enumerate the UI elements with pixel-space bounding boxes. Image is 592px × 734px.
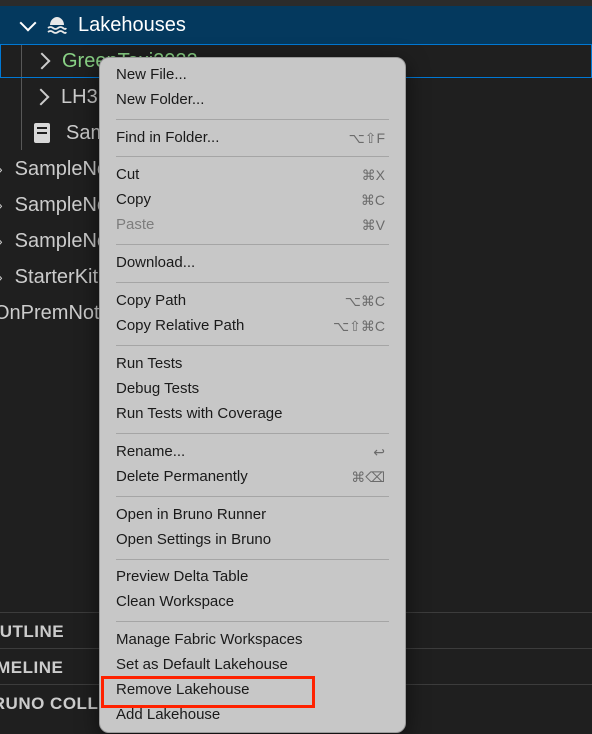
menu-label: Rename... — [116, 443, 186, 460]
shortcut-label: ↩ — [373, 444, 385, 460]
menu-item-open-bruno-runner[interactable]: Open in Bruno Runner — [116, 504, 385, 526]
menu-item-rename[interactable]: Rename... ↩ — [116, 441, 385, 463]
shortcut-label: ⌥⌘C — [344, 293, 385, 309]
shortcut-label: ⌘X — [361, 167, 385, 183]
menu-label: Open Settings in Bruno — [116, 531, 272, 548]
chevron-right-icon[interactable]: › — [0, 269, 3, 285]
menu-label: Delete Permanently — [116, 468, 248, 485]
menu-label: Copy — [116, 191, 152, 208]
context-menu: New File... New Folder... Find in Folder… — [99, 57, 406, 733]
chevron-right-icon[interactable]: › — [0, 197, 3, 213]
menu-item-debug-tests[interactable]: Debug Tests — [116, 378, 385, 400]
menu-label: Manage Fabric Workspaces — [116, 631, 303, 648]
menu-item-paste: Paste ⌘V — [116, 214, 385, 236]
tree-item-starter-kit[interactable]: › StarterKit — [0, 259, 98, 295]
shortcut-label: ⌘V — [361, 217, 385, 233]
menu-label: Paste — [116, 216, 155, 233]
menu-separator — [116, 621, 389, 622]
tree-item-folder-2[interactable]: LH3 — [0, 79, 98, 115]
menu-label: New Folder... — [116, 91, 205, 108]
menu-item-find-in-folder[interactable]: Find in Folder... ⌥⇧F — [116, 127, 385, 149]
menu-item-clean-workspace[interactable]: Clean Workspace — [116, 591, 385, 613]
menu-separator — [116, 244, 389, 245]
menu-separator — [116, 433, 389, 434]
chevron-right-icon[interactable]: › — [0, 161, 3, 177]
menu-item-run-tests[interactable]: Run Tests — [116, 353, 385, 375]
menu-label: Debug Tests — [116, 380, 200, 397]
tree-item-lakehouses[interactable]: Lakehouses — [0, 6, 592, 44]
shortcut-label: ⌘⌫ — [351, 469, 385, 485]
tree-item-label: Lakehouses — [78, 13, 186, 36]
menu-item-new-file[interactable]: New File... — [116, 64, 385, 86]
menu-label: Open in Bruno Runner — [116, 506, 267, 523]
menu-label: Preview Delta Table — [116, 568, 249, 585]
menu-item-new-folder[interactable]: New Folder... — [116, 89, 385, 111]
lakehouse-icon — [46, 14, 68, 36]
menu-item-run-tests-coverage[interactable]: Run Tests with Coverage — [116, 403, 385, 425]
tree-item-label: LH3 — [61, 85, 98, 108]
notebook-icon — [34, 123, 50, 143]
menu-separator — [116, 119, 389, 120]
menu-separator — [116, 282, 389, 283]
chevron-right-icon[interactable] — [33, 52, 51, 70]
menu-label: Run Tests with Coverage — [116, 405, 283, 422]
menu-item-manage-fabric-workspaces[interactable]: Manage Fabric Workspaces — [116, 629, 385, 651]
menu-separator — [116, 496, 389, 497]
shortcut-label: ⌥⇧F — [348, 130, 385, 146]
menu-label: New File... — [116, 66, 187, 83]
chevron-right-icon[interactable]: › — [0, 233, 3, 249]
menu-item-set-default-lakehouse[interactable]: Set as Default Lakehouse — [116, 654, 385, 676]
menu-label: Cut — [116, 166, 140, 183]
menu-label: Clean Workspace — [116, 593, 235, 610]
menu-label: Download... — [116, 254, 196, 271]
menu-item-copy-path[interactable]: Copy Path ⌥⌘C — [116, 290, 385, 312]
menu-label: Copy Relative Path — [116, 317, 245, 334]
menu-label: Set as Default Lakehouse — [116, 656, 288, 673]
chevron-right-icon[interactable] — [32, 88, 50, 106]
shortcut-label: ⌘C — [360, 192, 385, 208]
menu-item-copy-relative-path[interactable]: Copy Relative Path ⌥⇧⌘C — [116, 315, 385, 337]
menu-separator — [116, 559, 389, 560]
menu-separator — [116, 156, 389, 157]
menu-separator — [116, 345, 389, 346]
menu-item-cut[interactable]: Cut ⌘X — [116, 164, 385, 186]
section-outline[interactable]: OUTLINE — [0, 622, 64, 642]
chevron-down-icon[interactable] — [19, 14, 37, 32]
menu-item-copy[interactable]: Copy ⌘C — [116, 189, 385, 211]
menu-item-delete-permanently[interactable]: Delete Permanently ⌘⌫ — [116, 466, 385, 488]
shortcut-label: ⌥⇧⌘C — [333, 318, 385, 334]
menu-item-preview-delta-table[interactable]: Preview Delta Table — [116, 566, 385, 588]
tree-item-label: StarterKit — [14, 265, 99, 288]
menu-label: Find in Folder... — [116, 129, 220, 146]
menu-item-download[interactable]: Download... — [116, 252, 385, 274]
menu-label: Copy Path — [116, 292, 187, 309]
section-timeline[interactable]: TIMELINE — [0, 658, 63, 678]
menu-label: Run Tests — [116, 355, 183, 372]
menu-item-open-settings-bruno[interactable]: Open Settings in Bruno — [116, 529, 385, 551]
highlight-annotation-box — [101, 676, 315, 708]
